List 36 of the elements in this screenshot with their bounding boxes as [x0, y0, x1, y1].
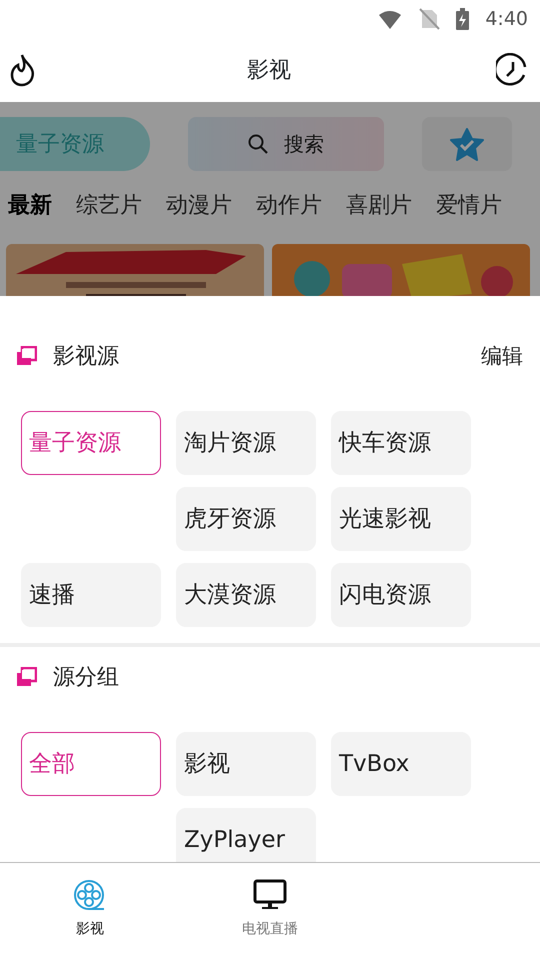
search-icon: [248, 134, 268, 154]
source-chip[interactable]: 快车资源: [331, 411, 471, 475]
source-chip[interactable]: 全部: [21, 732, 161, 796]
category-tab[interactable]: 喜剧片: [346, 189, 412, 222]
category-tab[interactable]: 动漫片: [166, 189, 232, 222]
category-tab[interactable]: 综艺片: [76, 189, 142, 222]
source-chip[interactable]: 淘片资源: [176, 411, 316, 475]
section-title: 源分组: [53, 664, 119, 692]
no-sim-icon: [419, 8, 440, 30]
wifi-icon: [377, 9, 404, 29]
source-chip[interactable]: ZyPlayer: [176, 808, 316, 862]
battery-icon: [456, 8, 470, 30]
star-check-icon: [450, 128, 484, 160]
edit-button[interactable]: 编辑: [481, 340, 523, 372]
film-reel-icon: [73, 879, 107, 911]
app-title: 影视: [247, 56, 291, 84]
clock-time: 4:40: [485, 6, 528, 32]
source-chip[interactable]: 虎牙资源: [176, 487, 316, 551]
source-chip[interactable]: 量子资源: [21, 411, 161, 475]
category-tab[interactable]: 动作片: [256, 189, 322, 222]
section-title: 影视源: [53, 343, 119, 371]
source-chip[interactable]: TvBox: [331, 732, 471, 796]
copy-icon: [16, 346, 37, 367]
category-tab[interactable]: 爱情片: [436, 189, 502, 222]
source-chip[interactable]: 闪电资源: [331, 563, 471, 627]
source-chip[interactable]: 光速影视: [331, 487, 471, 551]
search-bar[interactable]: 搜索: [188, 117, 384, 171]
monitor-icon: [253, 879, 287, 911]
category-tab[interactable]: 最新: [8, 189, 52, 222]
source-chip[interactable]: 速播: [21, 563, 161, 627]
nav-tab[interactable]: 影视: [0, 863, 180, 954]
search-placeholder: 搜索: [284, 131, 324, 158]
source-chip[interactable]: 大漠资源: [176, 563, 316, 627]
copy-icon: [16, 667, 37, 688]
source-chip[interactable]: 影视: [176, 732, 316, 796]
nav-tab[interactable]: 电视直播: [180, 863, 360, 954]
